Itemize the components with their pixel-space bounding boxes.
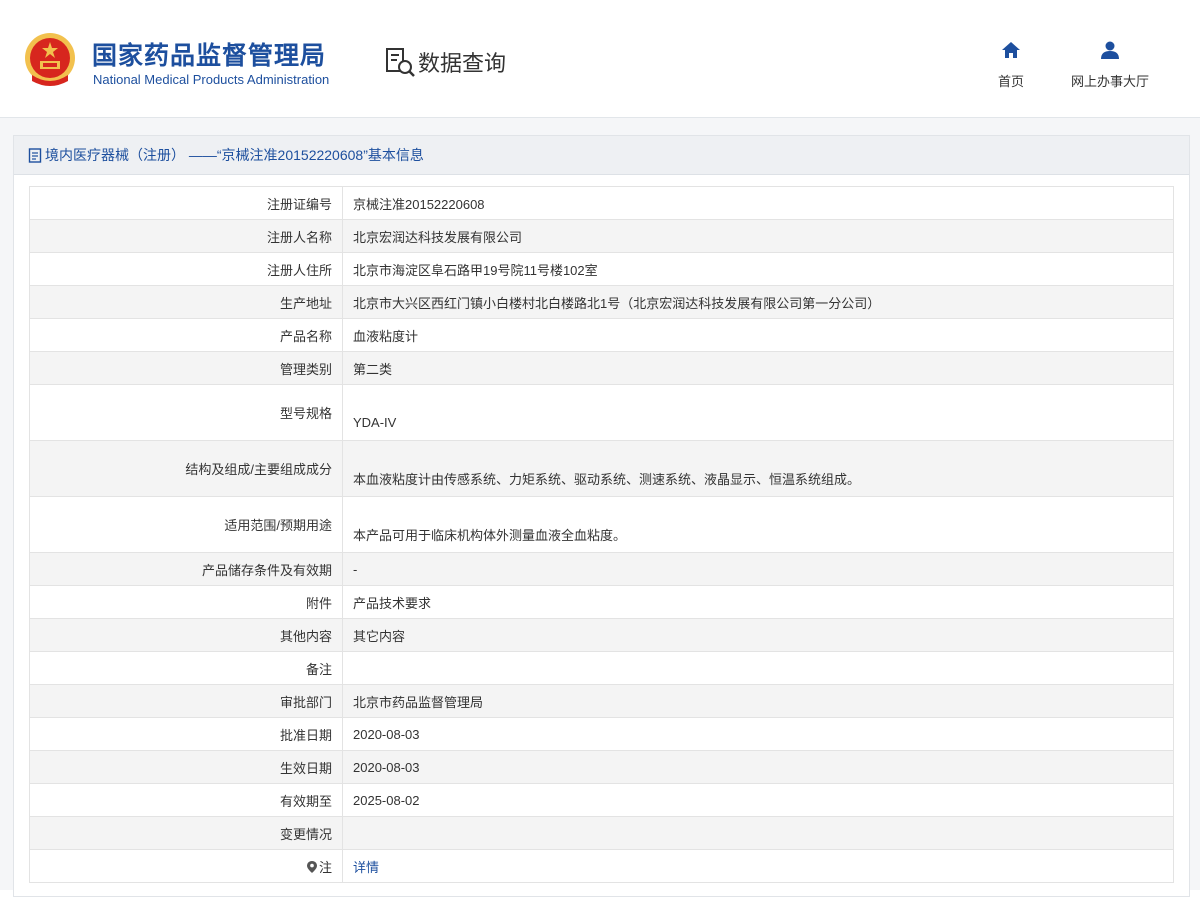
table-row: 注册人住所 北京市海淀区阜石路甲19号院11号楼102室 (29, 252, 1174, 286)
table-row: 管理类别 第二类 (29, 351, 1174, 385)
field-value: 第二类 (342, 351, 1174, 385)
nav-home[interactable]: 首页 (993, 40, 1029, 90)
field-label: 注 (318, 859, 332, 875)
field-label: 附件 (29, 585, 343, 619)
field-value: 京械注准20152220608 (342, 186, 1174, 220)
table-row: 变更情况 (29, 816, 1174, 850)
table-row: 生产地址 北京市大兴区西红门镇小白楼村北白楼路北1号（北京宏润达科技发展有限公司… (29, 285, 1174, 319)
nav-home-label: 首页 (997, 74, 1024, 89)
field-value: 2020-08-03 (342, 717, 1174, 751)
table-row: 产品名称 血液粘度计 (29, 318, 1174, 352)
table-row: 产品储存条件及有效期 - (29, 552, 1174, 586)
table-row: 备注 (29, 651, 1174, 685)
field-label: 审批部门 (29, 684, 343, 718)
site-header: 国家药品监督管理局 National Medical Products Admi… (0, 0, 1200, 118)
field-value: 北京市海淀区阜石路甲19号院11号楼102室 (342, 252, 1174, 286)
location-pin-icon (306, 860, 317, 873)
field-label: 备注 (29, 651, 343, 685)
field-value: 本血液粘度计由传感系统、力矩系统、驱动系统、测速系统、液晶显示、恒温系统组成。 (342, 440, 1174, 497)
field-label: 产品名称 (29, 318, 343, 352)
table-row: 有效期至 2025-08-02 (29, 783, 1174, 817)
field-value: 北京市大兴区西红门镇小白楼村北白楼路北1号（北京宏润达科技发展有限公司第一分公司… (342, 285, 1174, 319)
field-label: 管理类别 (29, 351, 343, 385)
details-link[interactable]: 详情 (353, 860, 379, 875)
table-row: 适用范围/预期用途 本产品可用于临床机构体外测量血液全血粘度。 (29, 496, 1174, 553)
home-icon (1002, 42, 1020, 58)
table-row: 附件 产品技术要求 (29, 585, 1174, 619)
document-icon (28, 147, 42, 163)
field-value (342, 816, 1174, 850)
table-row: 审批部门 北京市药品监督管理局 (29, 684, 1174, 718)
field-value: 2025-08-02 (342, 783, 1174, 817)
table-row: 型号规格 YDA-IV (29, 384, 1174, 441)
field-value: - (342, 552, 1174, 586)
field-label: 结构及组成/主要组成成分 (29, 440, 343, 497)
field-label: 生产地址 (29, 285, 343, 319)
user-icon (1101, 41, 1119, 59)
data-query-title: 数据查询 (384, 46, 506, 78)
detail-panel: 境内医疗器械（注册） ——“京械注准20152220608”基本信息 注册证编号… (13, 135, 1190, 897)
field-label: 产品储存条件及有效期 (29, 552, 343, 586)
nav-online-hall-label: 网上办事大厅 (1070, 74, 1149, 89)
field-label: 注册证编号 (29, 186, 343, 220)
org-name-en: National Medical Products Administration (93, 72, 330, 87)
table-row: 注册证编号 京械注准20152220608 (29, 186, 1174, 220)
table-row: 注 详情 (29, 849, 1174, 883)
field-value: 详情 (342, 849, 1174, 883)
table-row: 批准日期 2020-08-03 (29, 717, 1174, 751)
field-label: 注册人住所 (29, 252, 343, 286)
field-label: 型号规格 (29, 384, 343, 441)
table-row: 其他内容 其它内容 (29, 618, 1174, 652)
table-row: 注册人名称 北京宏润达科技发展有限公司 (29, 219, 1174, 253)
field-value: 血液粘度计 (342, 318, 1174, 352)
document-search-icon (386, 48, 415, 77)
data-query-label: 数据查询 (418, 51, 507, 76)
org-name-cn: 国家药品监督管理局 (92, 42, 327, 70)
field-value: 北京市药品监督管理局 (342, 684, 1174, 718)
field-value: 本产品可用于临床机构体外测量血液全血粘度。 (342, 496, 1174, 553)
table-row: 结构及组成/主要组成成分 本血液粘度计由传感系统、力矩系统、驱动系统、测速系统、… (29, 440, 1174, 497)
field-value: 其它内容 (342, 618, 1174, 652)
panel-title-bar: 境内医疗器械（注册） ——“京械注准20152220608”基本信息 (14, 136, 1189, 175)
field-label-note: 注 (29, 849, 343, 883)
panel-title: 境内医疗器械（注册） ——“京械注准20152220608”基本信息 (45, 147, 424, 163)
field-value: 产品技术要求 (342, 585, 1174, 619)
table-row: 生效日期 2020-08-03 (29, 750, 1174, 784)
field-value: 2020-08-03 (342, 750, 1174, 784)
nav-online-hall[interactable]: 网上办事大厅 (1062, 40, 1158, 90)
field-label: 变更情况 (29, 816, 343, 850)
field-value (342, 651, 1174, 685)
field-label: 有效期至 (29, 783, 343, 817)
national-emblem-icon (25, 33, 75, 86)
info-table: 注册证编号 京械注准20152220608 注册人名称 北京宏润达科技发展有限公… (29, 186, 1174, 883)
field-label: 批准日期 (29, 717, 343, 751)
field-label: 其他内容 (29, 618, 343, 652)
field-value: 北京宏润达科技发展有限公司 (342, 219, 1174, 253)
field-label: 注册人名称 (29, 219, 343, 253)
field-value: YDA-IV (342, 384, 1174, 441)
field-label: 适用范围/预期用途 (29, 496, 343, 553)
field-label: 生效日期 (29, 750, 343, 784)
